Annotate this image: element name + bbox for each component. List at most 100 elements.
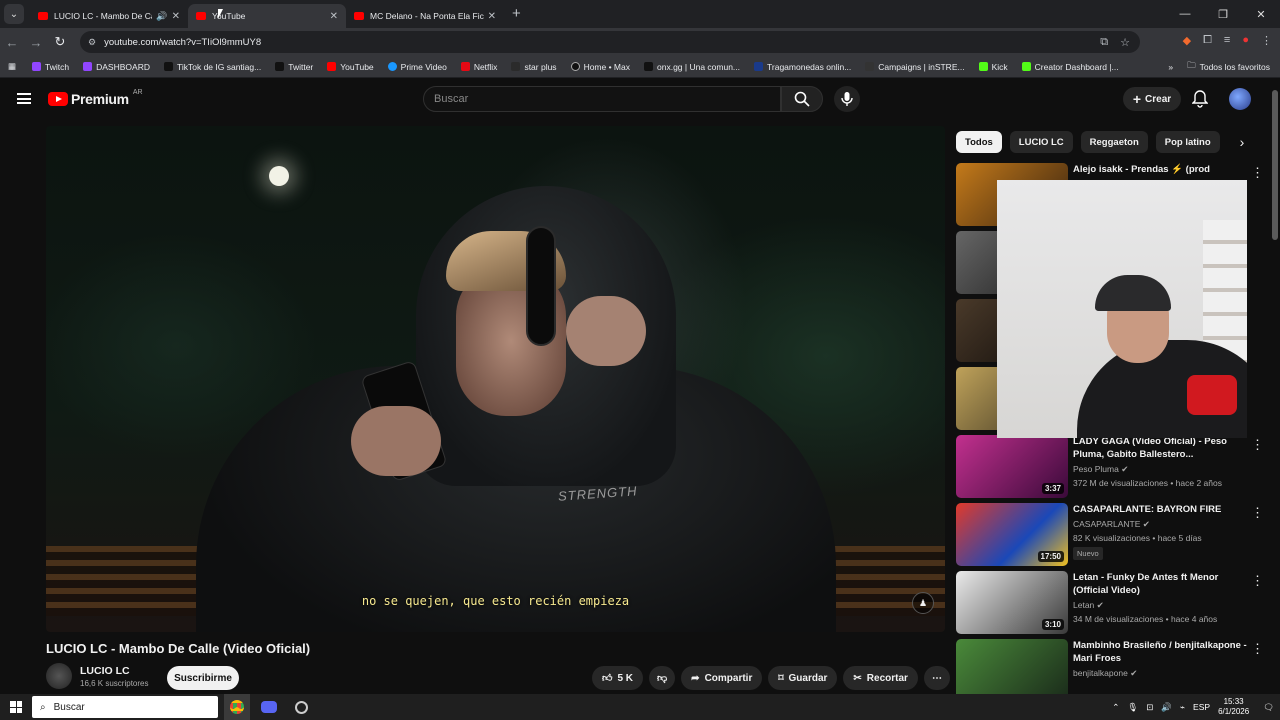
create-button[interactable]: + Crear [1123,87,1181,111]
microphone-icon[interactable]: 🎙 [1127,702,1138,713]
more-vert-icon[interactable]: ⋮ [1251,573,1264,589]
chip-pop-latino[interactable]: Pop latino [1155,131,1220,153]
paid-promotion-icon[interactable]: ♟ [912,592,934,614]
bookmark-item[interactable]: Campaigns | inSTRE... [865,62,965,72]
clock[interactable]: 15:33 6/1/2026 [1218,697,1249,717]
subscribe-button[interactable]: Suscribirme [167,666,239,690]
chevron-right-icon[interactable]: › [1240,134,1245,150]
search-button[interactable] [781,86,823,112]
recommended-video[interactable]: 3:37 LADY GAGA (Video Oficial) - Peso Pl… [956,435,1268,503]
rec-title[interactable]: CASAPARLANTE: BAYRON FIRE [1073,503,1253,516]
app-taskbar-icon[interactable] [288,694,314,720]
more-vert-icon[interactable]: ⋮ [1251,165,1264,181]
install-app-icon[interactable]: ⧉ [1100,36,1108,49]
chip-reggaeton[interactable]: Reggaeton [1080,131,1148,153]
chip-lucio-lc[interactable]: LUCIO LC [1009,131,1073,153]
windows-start-icon[interactable] [10,701,22,713]
media-controls-icon[interactable]: ≡ [1224,34,1230,47]
rec-channel[interactable]: Letan [1073,600,1094,610]
bookmark-item[interactable]: star plus [511,62,557,72]
chip-todos[interactable]: Todos [956,131,1002,153]
extensions-puzzle-icon[interactable]: ⧠ [1203,34,1212,47]
recommended-video[interactable]: 3:10 Letan - Funky De Antes ft Menor (Of… [956,571,1268,639]
video-thumbnail[interactable]: 3:37 [956,435,1068,498]
site-info-icon[interactable]: ⚙ [88,37,96,48]
more-vert-icon[interactable]: ⋮ [1251,641,1264,657]
bookmark-item[interactable]: Home • Max [570,62,630,72]
bookmark-item[interactable]: Twitch [32,62,69,72]
bookmark-star-icon[interactable]: ☆ [1120,36,1130,49]
bookmark-item[interactable]: DASHBOARD [83,62,150,72]
apps-grid-icon[interactable]: ▦ [8,61,16,72]
share-button[interactable]: ➦ Compartir [681,666,763,690]
bookmark-item[interactable]: TikTok de IG santiag... [163,62,261,72]
recommended-video[interactable]: 17:50 CASAPARLANTE: BAYRON FIRE CASAPARL… [956,503,1268,571]
new-tab-button[interactable]: + [512,5,521,22]
discord-taskbar-icon[interactable] [256,694,282,720]
more-actions-button[interactable]: ⋯ [923,666,950,690]
video-thumbnail[interactable]: 3:10 [956,571,1068,634]
bookmark-item[interactable]: Netflix [460,62,497,72]
rec-channel[interactable]: Peso Pluma [1073,464,1119,474]
more-bookmarks-icon[interactable]: » [1168,62,1173,72]
tab-lucio-lc[interactable]: LUCIO LC - Mambo De Calle 🔊 ✕ [30,4,188,28]
more-vert-icon[interactable]: ⋮ [1251,505,1264,521]
youtube-premium-logo[interactable]: Premium AR [48,89,143,107]
search-input[interactable]: Buscar [423,86,781,112]
clip-button[interactable]: ✂ Recortar [843,666,918,690]
rec-title[interactable]: Mambinho Brasileño / benjitalkapone - Ma… [1073,639,1253,665]
rec-title[interactable]: Letan - Funky De Antes ft Menor (Officia… [1073,571,1253,597]
url-text[interactable]: youtube.com/watch?v=TIiOl9mmUY8 [104,37,261,48]
taskbar-search[interactable]: ⌕ Buscar [32,696,218,718]
restore-icon[interactable]: ❐ [1204,8,1242,21]
rec-channel[interactable]: CASAPARLANTE [1073,519,1140,529]
video-thumbnail[interactable] [956,639,1068,702]
rec-title[interactable]: Alejo isakk - Prendas ⚡ (prod [1073,163,1253,176]
bookmark-item[interactable]: Twitter [275,62,313,72]
bookmark-item[interactable]: YouTube [327,62,374,72]
user-avatar[interactable] [1229,88,1251,110]
channel-name[interactable]: LUCIO LC [80,665,148,677]
menu-kebab-icon[interactable]: ⋮ [1261,34,1272,47]
dislike-button[interactable]: 👎︎ [649,666,676,690]
minimize-icon[interactable]: — [1166,8,1204,20]
tab-mc-delano[interactable]: MC Delano - Na Ponta Ela Fica ✕ [346,4,504,28]
rec-channel[interactable]: benjitalkapone [1073,668,1128,678]
save-button[interactable]: ⌑ Guardar [768,666,838,690]
voice-search-button[interactable] [834,86,860,112]
notifications-icon[interactable]: 🗨 [1263,702,1274,713]
power-icon[interactable]: ⌁ [1180,702,1185,713]
rec-title[interactable]: LADY GAGA (Video Oficial) - Peso Pluma, … [1073,435,1253,461]
back-icon[interactable]: ← [0,35,24,50]
video-thumbnail[interactable]: 17:50 [956,503,1068,566]
omnibox[interactable]: ⚙ youtube.com/watch?v=TIiOl9mmUY8 ⧉ ☆ [80,31,1140,53]
volume-icon[interactable]: 🔊 [1161,702,1172,713]
bookmark-item[interactable]: Tragamonedas onlin... [754,62,851,72]
close-tab-icon[interactable]: ✕ [488,11,496,22]
close-tab-icon[interactable]: ✕ [172,11,180,22]
notifications-bell-icon[interactable] [1191,90,1209,113]
hamburger-menu-icon[interactable] [17,93,31,104]
bookmark-item[interactable]: Prime Video [387,62,447,72]
bookmark-item[interactable]: Creator Dashboard |... [1021,62,1119,72]
language-indicator[interactable]: ESP [1193,702,1210,712]
tab-youtube[interactable]: YouTube ✕ [188,4,346,28]
reload-icon[interactable]: ↻ [48,34,72,50]
network-icon[interactable]: ⊡ [1146,702,1153,713]
profile-icon[interactable]: ● [1242,34,1249,47]
chrome-taskbar-icon[interactable] [224,694,250,720]
forward-icon[interactable]: → [24,35,48,50]
like-button[interactable]: 👍︎ 5 K [592,666,644,690]
bookmark-item[interactable]: onx.gg | Una comun... [644,62,740,72]
close-tab-icon[interactable]: ✕ [330,11,338,22]
close-window-icon[interactable]: ✕ [1242,8,1280,21]
chevron-up-icon[interactable]: ⌃ [1112,702,1119,713]
tab-search-button[interactable]: ⌄ [4,4,24,24]
extension-icon[interactable]: ◆ [1183,34,1191,47]
more-vert-icon[interactable]: ⋮ [1251,437,1264,453]
channel-avatar[interactable] [46,663,72,689]
bookmark-item[interactable]: Kick [978,62,1008,72]
all-bookmarks-folder[interactable]: 🗀 Todos los favoritos [1187,60,1270,74]
page-scrollbar[interactable] [1272,90,1278,240]
video-player[interactable]: STRENGTH no se quejen, que esto recién e… [46,126,945,632]
